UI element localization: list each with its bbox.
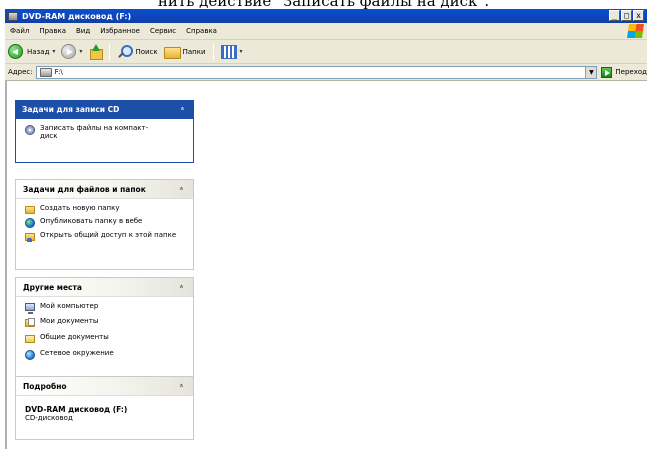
- address-bar: Адрес: F:\ ▼ Переход: [5, 64, 647, 81]
- windows-logo-icon: [627, 24, 644, 38]
- other-places-body: Мой компьютер Мои документы Общие докуме…: [16, 297, 193, 370]
- menu-tools[interactable]: Сервис: [145, 27, 181, 35]
- place-label[interactable]: Общие документы: [40, 333, 109, 341]
- menu-file[interactable]: Файл: [5, 27, 34, 35]
- folder-up-icon: [88, 44, 104, 60]
- detail-name: DVD-RAM дисковод (F:): [25, 405, 128, 414]
- go-arrow-icon: [601, 66, 613, 78]
- window-title: DVD-RAM дисковод (F:): [22, 11, 132, 21]
- back-label: Назад: [27, 47, 50, 56]
- up-button[interactable]: [85, 42, 105, 62]
- details-panel: Подробно » DVD-RAM дисковод (F:) CD-диск…: [15, 376, 194, 440]
- other-places-header[interactable]: Другие места »: [16, 278, 193, 297]
- folders-label: Папки: [182, 47, 206, 56]
- panel-title: Задачи для файлов и папок: [23, 184, 146, 194]
- forward-button[interactable]: ▾: [58, 42, 85, 62]
- other-places-panel: Другие места » Мой компьютер Мои докумен…: [15, 277, 194, 377]
- search-label: Поиск: [135, 47, 158, 56]
- back-arrow-icon: [8, 44, 23, 59]
- collapse-chevron-icon[interactable]: »: [177, 186, 185, 190]
- panel-title: Подробно: [23, 381, 67, 391]
- cd-tasks-header[interactable]: Задачи для записи CD »: [15, 100, 194, 119]
- details-header[interactable]: Подробно »: [16, 377, 193, 396]
- file-tasks-panel: Задачи для файлов и папок » Создать нову…: [15, 179, 194, 270]
- back-button[interactable]: Назад ▾: [5, 42, 58, 62]
- task-new-folder[interactable]: Создать новую папку: [25, 204, 187, 214]
- burn-cd-icon: [25, 125, 35, 135]
- place-shared-documents[interactable]: Общие документы: [25, 333, 187, 343]
- menu-view[interactable]: Вид: [71, 27, 95, 35]
- address-label: Адрес:: [8, 68, 33, 76]
- collapse-chevron-icon[interactable]: »: [178, 106, 186, 110]
- views-icon: [220, 44, 237, 59]
- collapse-chevron-icon[interactable]: »: [177, 383, 185, 387]
- chevron-down-icon[interactable]: ▾: [79, 48, 82, 55]
- globe-icon: [25, 218, 35, 228]
- drive-icon: [39, 67, 52, 77]
- details-body: DVD-RAM дисковод (F:) CD-дисковод: [16, 396, 193, 429]
- place-my-documents[interactable]: Мои документы: [25, 317, 187, 327]
- file-tasks-body: Создать новую папку Опубликовать папку в…: [16, 199, 193, 251]
- place-label[interactable]: Сетевое окружение: [40, 349, 114, 357]
- maximize-button[interactable]: □: [621, 10, 632, 21]
- shared-documents-icon: [25, 335, 35, 343]
- task-publish-web[interactable]: Опубликовать папку в вебе: [25, 217, 187, 228]
- chevron-down-icon[interactable]: ▼: [585, 66, 597, 78]
- file-tasks-header[interactable]: Задачи для файлов и папок »: [16, 180, 193, 199]
- place-my-computer[interactable]: Мой компьютер: [25, 302, 187, 314]
- cd-tasks-body: Записать файлы на компакт-диск: [15, 119, 194, 163]
- explorer-window: DVD-RAM дисковод (F:) _ □ x Файл Правка …: [5, 9, 647, 449]
- panel-title: Задачи для записи CD: [22, 105, 120, 114]
- chevron-down-icon[interactable]: ▾: [52, 48, 55, 55]
- detail-type: CD-дисковод: [25, 414, 73, 422]
- folders-button[interactable]: Папки: [161, 42, 209, 62]
- share-folder-icon: [25, 233, 35, 242]
- window-border: [5, 81, 7, 449]
- task-label[interactable]: Записать файлы на компакт-диск: [40, 124, 150, 140]
- cd-tasks-panel: Задачи для записи CD » Записать файлы на…: [15, 100, 194, 163]
- title-bar[interactable]: DVD-RAM дисковод (F:) _ □ x: [5, 9, 647, 23]
- address-input[interactable]: F:\ ▼: [35, 65, 598, 79]
- toolbar-separator: [109, 42, 111, 61]
- menu-favorites[interactable]: Избранное: [95, 27, 145, 35]
- collapse-chevron-icon[interactable]: »: [177, 284, 185, 288]
- toolbar-separator: [212, 42, 214, 61]
- chevron-down-icon[interactable]: ▾: [240, 48, 243, 55]
- menu-edit[interactable]: Правка: [34, 27, 71, 35]
- views-button[interactable]: ▾: [218, 42, 246, 62]
- search-icon: [117, 44, 134, 59]
- go-button[interactable]: Переход: [601, 66, 647, 78]
- menu-bar: Файл Правка Вид Избранное Сервис Справка: [5, 23, 647, 40]
- new-folder-icon: [25, 206, 35, 214]
- task-share-folder[interactable]: Открыть общий доступ к этой папке: [25, 231, 187, 242]
- task-burn-cd[interactable]: Записать файлы на компакт-диск: [25, 124, 187, 140]
- place-network[interactable]: Сетевое окружение: [25, 349, 187, 360]
- drive-icon: [8, 11, 18, 21]
- place-label[interactable]: Мои документы: [40, 317, 98, 325]
- menu-help[interactable]: Справка: [181, 27, 222, 35]
- task-label[interactable]: Открыть общий доступ к этой папке: [40, 231, 180, 239]
- minimize-button[interactable]: _: [609, 10, 620, 21]
- task-label[interactable]: Создать новую папку: [40, 204, 120, 212]
- toolbar: Назад ▾ ▾ Поиск Папки ▾: [5, 40, 647, 64]
- address-value[interactable]: F:\: [55, 68, 63, 76]
- network-icon: [25, 350, 35, 360]
- place-label[interactable]: Мой компьютер: [40, 302, 98, 310]
- go-label: Переход: [615, 68, 647, 76]
- forward-arrow-icon: [61, 44, 77, 59]
- window-controls: _ □ x: [609, 10, 644, 21]
- task-label[interactable]: Опубликовать папку в вебе: [40, 217, 142, 225]
- panel-title: Другие места: [23, 282, 82, 292]
- my-computer-icon: [25, 303, 35, 314]
- my-documents-icon: [25, 318, 35, 327]
- search-button[interactable]: Поиск: [114, 42, 160, 62]
- folders-icon: [163, 45, 181, 59]
- close-button[interactable]: x: [633, 10, 644, 21]
